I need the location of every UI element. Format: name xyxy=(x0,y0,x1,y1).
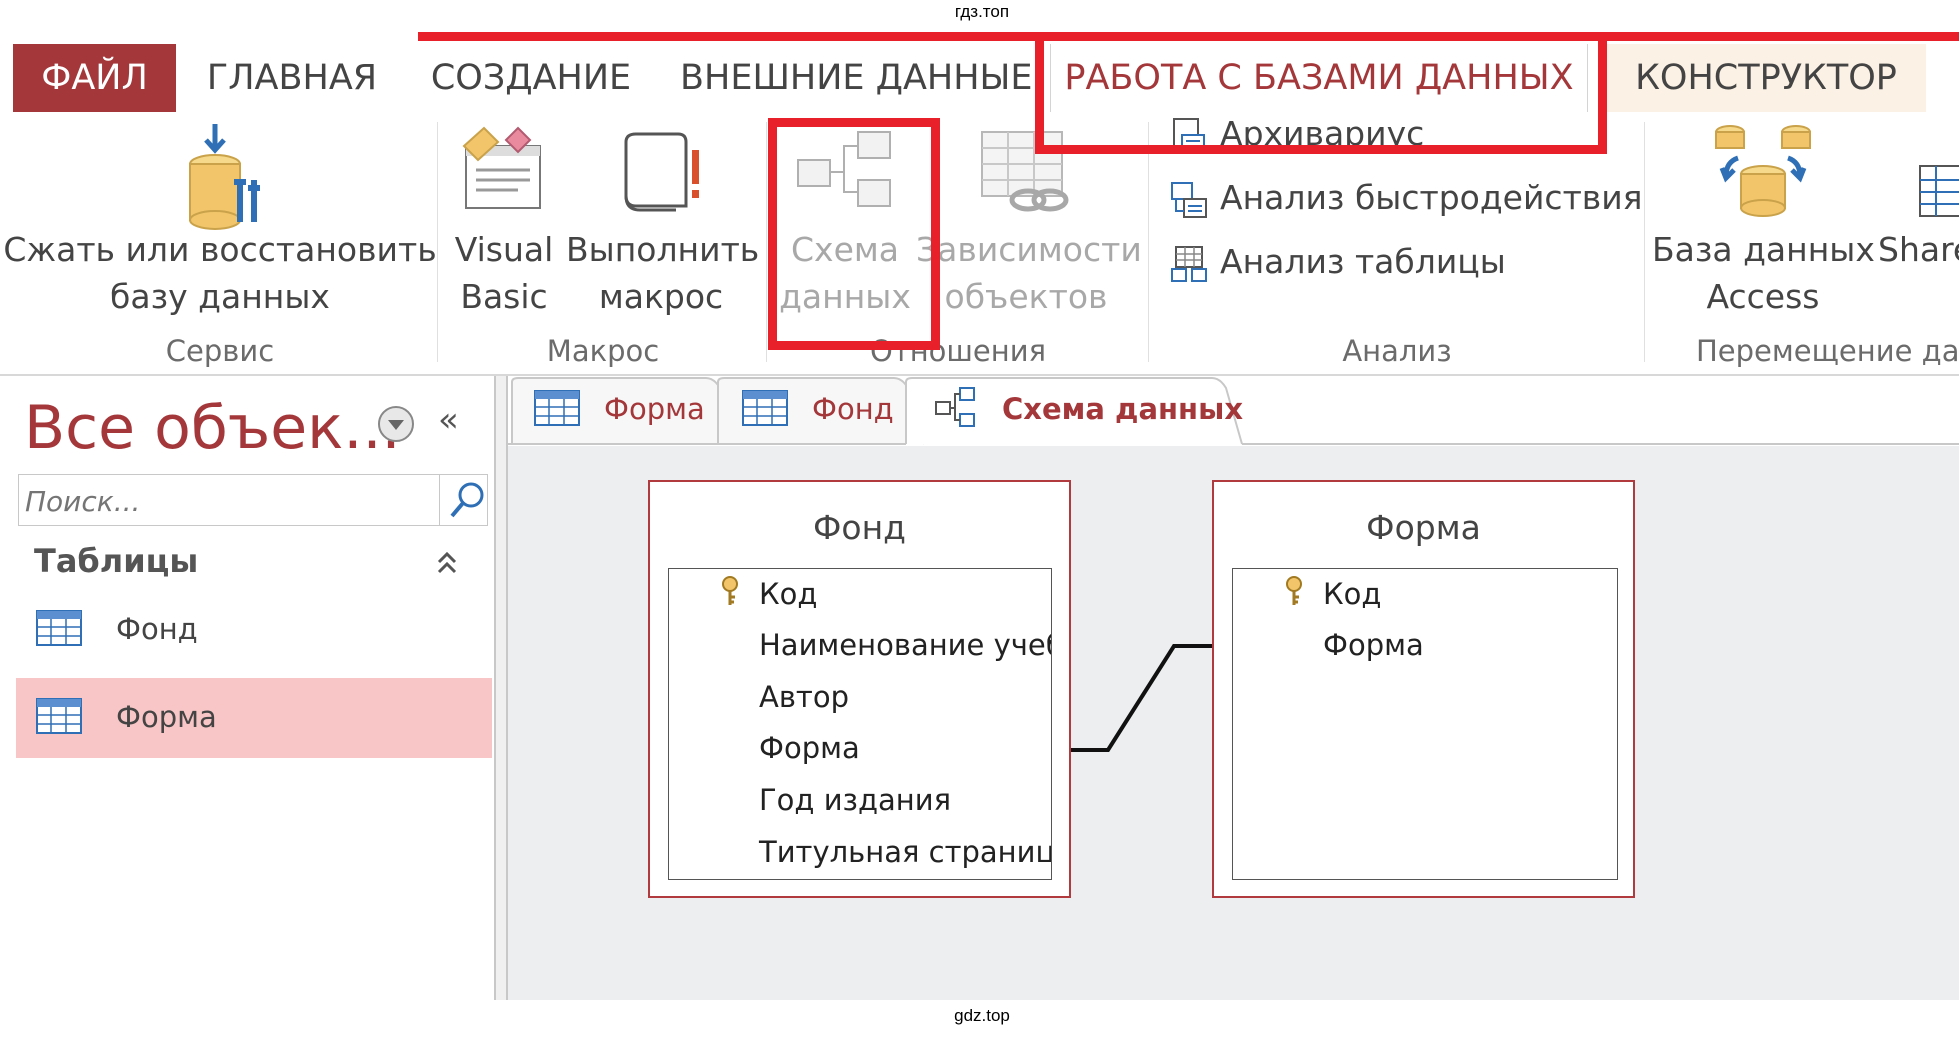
doc-tab-label: Форма xyxy=(604,392,705,426)
sharepoint-list-icon xyxy=(1919,165,1959,217)
document-tabs: Форма Фонд Схема данных xyxy=(508,376,1959,446)
compact-label-2: базу данных xyxy=(110,277,330,316)
primary-key-icon xyxy=(722,576,738,605)
compact-db-icon xyxy=(189,124,260,230)
access-database-label-1: База данных xyxy=(1652,230,1875,269)
table-analyzer-icon xyxy=(1171,245,1207,282)
nav-item-label: Фонд xyxy=(116,612,198,646)
field-list[interactable]: Код Форма xyxy=(1232,568,1618,880)
primary-key-icon xyxy=(1286,576,1302,605)
table-window-title: Фонд xyxy=(813,508,906,547)
group-separator xyxy=(1644,122,1645,362)
navigation-pane: Все объек... « Таблицы Фонд Форма xyxy=(14,378,492,1000)
field-item[interactable]: Код xyxy=(759,577,817,611)
performance-analyzer-icon xyxy=(1171,181,1207,218)
sharepoint-button[interactable]: Share xyxy=(1878,112,1959,322)
tab-create[interactable]: СОЗДАНИЕ xyxy=(420,44,642,112)
sharepoint-label: Share xyxy=(1878,230,1959,269)
visual-basic-label-1: Visual xyxy=(454,230,554,269)
field-item[interactable]: Форма xyxy=(759,731,860,765)
search-box[interactable] xyxy=(18,474,488,526)
field-item[interactable]: Год издания xyxy=(759,783,951,817)
run-macro-icon xyxy=(624,132,699,212)
access-database-icon xyxy=(1715,125,1811,217)
doc-tab-label: Фонд xyxy=(812,392,894,426)
search-divider xyxy=(439,475,440,525)
watermark-top: гдз.топ xyxy=(954,2,1010,21)
field-item[interactable]: Код xyxy=(1323,577,1381,611)
field-item[interactable]: Форма xyxy=(1323,628,1424,662)
tab-constructor[interactable]: КОНСТРУКТОР xyxy=(1606,44,1926,112)
object-dependencies-label-1: Зависимости xyxy=(916,230,1142,269)
table-analyzer-button[interactable]: Анализ таблицы xyxy=(1168,238,1506,286)
table-window-title: Форма xyxy=(1366,508,1481,547)
compact-repair-button[interactable]: Сжать или восстановить базу данных xyxy=(0,112,440,322)
visual-basic-icon xyxy=(462,126,541,209)
doc-tab-label: Схема данных xyxy=(1002,392,1244,426)
relationships-icon xyxy=(935,387,975,427)
field-item[interactable]: Титульная страница xyxy=(759,835,1051,869)
field-item[interactable]: Автор xyxy=(759,680,849,714)
object-dependencies-label-2: объектов xyxy=(944,277,1108,316)
run-macro-button[interactable]: Выполнить макрос xyxy=(566,112,760,322)
search-input[interactable] xyxy=(23,481,437,521)
tab-file[interactable]: ФАЙЛ xyxy=(13,44,176,112)
visual-basic-button[interactable]: Visual Basic xyxy=(448,112,560,322)
tab-highlight-box xyxy=(1035,32,1607,154)
table-icon xyxy=(36,698,82,734)
visual-basic-label-2: Basic xyxy=(460,277,548,316)
tables-section-header[interactable]: Таблицы xyxy=(34,542,198,580)
compact-label-1: Сжать или восстановить xyxy=(3,230,437,269)
field-list[interactable]: Код Наименование учеб Автор Форма Год из… xyxy=(668,568,1052,880)
table-icon xyxy=(742,390,788,426)
search-icon[interactable] xyxy=(447,479,487,521)
section-collapse-icon[interactable] xyxy=(434,550,460,576)
table-window-fond[interactable]: Фонд Код Наименование учеб Автор Форма Г… xyxy=(648,480,1071,898)
run-macro-label-1: Выполнить xyxy=(566,230,760,269)
schema-highlight-box xyxy=(768,118,940,350)
tab-external-data[interactable]: ВНЕШНИЕ ДАННЫЕ xyxy=(680,44,1033,112)
tab-home[interactable]: ГЛАВНАЯ xyxy=(196,44,388,112)
performance-analyzer-label: Анализ быстродействия xyxy=(1220,178,1643,217)
access-database-label-2: Access xyxy=(1706,277,1820,316)
performance-analyzer-button[interactable]: Анализ быстродействия xyxy=(1168,174,1643,222)
table-icon xyxy=(36,610,82,646)
group-separator xyxy=(437,122,438,362)
ribbon: Сжать или восстановить базу данных Серви… xyxy=(0,112,1959,376)
table-window-forma[interactable]: Форма Код Форма xyxy=(1212,480,1635,898)
group-separator xyxy=(766,122,767,362)
nav-title[interactable]: Все объек... xyxy=(24,392,401,464)
field-item[interactable]: Наименование учеб xyxy=(759,628,1051,662)
group-separator xyxy=(1148,122,1149,362)
group-service-label: Сервис xyxy=(165,334,275,368)
nav-menu-dropdown-icon[interactable] xyxy=(376,404,416,444)
group-macro-label: Макрос xyxy=(546,334,660,368)
run-macro-label-2: макрос xyxy=(598,277,724,316)
relationships-canvas[interactable]: Фонд Код Наименование учеб Автор Форма Г… xyxy=(508,446,1959,1000)
table-icon xyxy=(534,390,580,426)
nav-item-label: Форма xyxy=(116,700,217,734)
watermark-bottom: gdz.top xyxy=(954,1006,1010,1025)
collapse-pane-icon[interactable]: « xyxy=(438,400,459,440)
nav-item-forma[interactable]: Форма xyxy=(16,678,492,758)
nav-item-fond[interactable]: Фонд xyxy=(16,594,492,674)
pane-splitter[interactable] xyxy=(494,376,508,1000)
access-database-button[interactable]: База данных Access xyxy=(1652,112,1875,322)
group-analysis-label: Анализ xyxy=(1342,334,1452,368)
group-move-data-label: Перемещение дан xyxy=(1696,334,1959,368)
table-analyzer-label: Анализ таблицы xyxy=(1220,242,1506,281)
